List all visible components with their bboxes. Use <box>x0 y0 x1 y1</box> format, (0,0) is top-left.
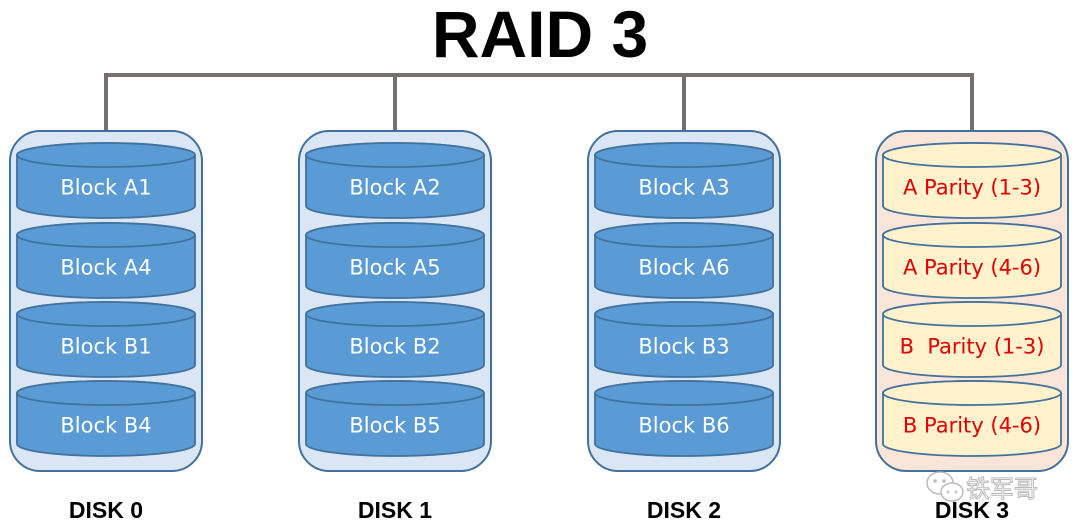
data-block: Block B4 <box>16 380 196 457</box>
cylinder-top <box>305 142 485 168</box>
block-label: Block A1 <box>60 176 151 200</box>
block-label: A Parity (4-6) <box>903 256 1041 280</box>
cylinder-top <box>305 301 485 327</box>
block-label: Block A3 <box>638 176 729 200</box>
cylinder-top <box>16 380 196 406</box>
disk-0: Block A1 Block A4 Block B1 Block B4 DISK 0 <box>9 130 203 523</box>
data-block: Block A5 <box>305 222 485 299</box>
disk-label: DISK 1 <box>358 497 432 523</box>
cylinder-top <box>305 380 485 406</box>
parity-block: B Parity (4-6) <box>882 380 1062 457</box>
block-label: Block B5 <box>349 414 440 438</box>
disk-2: Block A3 Block A6 Block B3 Block B6 DISK 2 <box>587 130 781 523</box>
block-label: Block A6 <box>638 256 729 280</box>
data-block: Block B6 <box>594 380 774 457</box>
block-label: Block B2 <box>349 335 440 359</box>
block-label: Block A4 <box>60 256 151 280</box>
disk-label: DISK 0 <box>69 497 143 523</box>
cylinder-top <box>882 301 1062 327</box>
parity-block: A Parity (4-6) <box>882 222 1062 299</box>
block-label: Block B6 <box>638 414 729 438</box>
data-block: Block B1 <box>16 301 196 378</box>
cylinder-top <box>16 142 196 168</box>
cylinder-top <box>882 222 1062 248</box>
cylinder-top <box>882 380 1062 406</box>
data-block: Block A3 <box>594 142 774 219</box>
diagram-title: RAID 3 <box>432 0 648 71</box>
watermark-text: 铁军哥 <box>966 475 1038 503</box>
cylinder-top <box>16 301 196 327</box>
block-label: Block B3 <box>638 335 729 359</box>
disk-3: A Parity (1-3) A Parity (4-6) B Parity (1-… <box>875 130 1069 523</box>
block-label: Block A2 <box>349 176 440 200</box>
data-block: Block B5 <box>305 380 485 457</box>
block-label: B Parity (4-6) <box>903 414 1041 438</box>
disk-label: DISK 2 <box>647 497 721 523</box>
cylinder-top <box>882 142 1062 168</box>
cylinder-top <box>594 142 774 168</box>
data-block: Block A4 <box>16 222 196 299</box>
cylinder-top <box>594 380 774 406</box>
block-label: Block B4 <box>60 414 151 438</box>
cylinder-top <box>594 301 774 327</box>
data-block: Block B3 <box>594 301 774 378</box>
data-block: Block A1 <box>16 142 196 219</box>
disk-array: Block A1Block A4Block B1Block B4DISK 0Bl… <box>9 130 1069 523</box>
watermark: 铁军哥 <box>926 471 1039 504</box>
cylinder-top <box>16 222 196 248</box>
block-label: B Parity (1-3) <box>900 335 1045 359</box>
data-block: Block B2 <box>305 301 485 378</box>
parity-block: B Parity (1-3) <box>882 301 1062 378</box>
cylinder-top <box>305 222 485 248</box>
raid3-diagram: RAID 3 Block A1 Block A4 Block B1 Block B4 D… <box>9 0 1069 523</box>
wechat-icon <box>926 471 964 502</box>
connector-bus <box>104 73 974 131</box>
parity-block: A Parity (1-3) <box>882 142 1062 219</box>
block-label: Block B1 <box>60 335 151 359</box>
block-label: Block A5 <box>349 256 440 280</box>
data-block: Block A6 <box>594 222 774 299</box>
block-label: A Parity (1-3) <box>903 176 1041 200</box>
data-block: Block A2 <box>305 142 485 219</box>
cylinder-top <box>594 222 774 248</box>
disk-1: Block A2 Block A5 Block B2 Block B5 DISK 1 <box>298 130 492 523</box>
